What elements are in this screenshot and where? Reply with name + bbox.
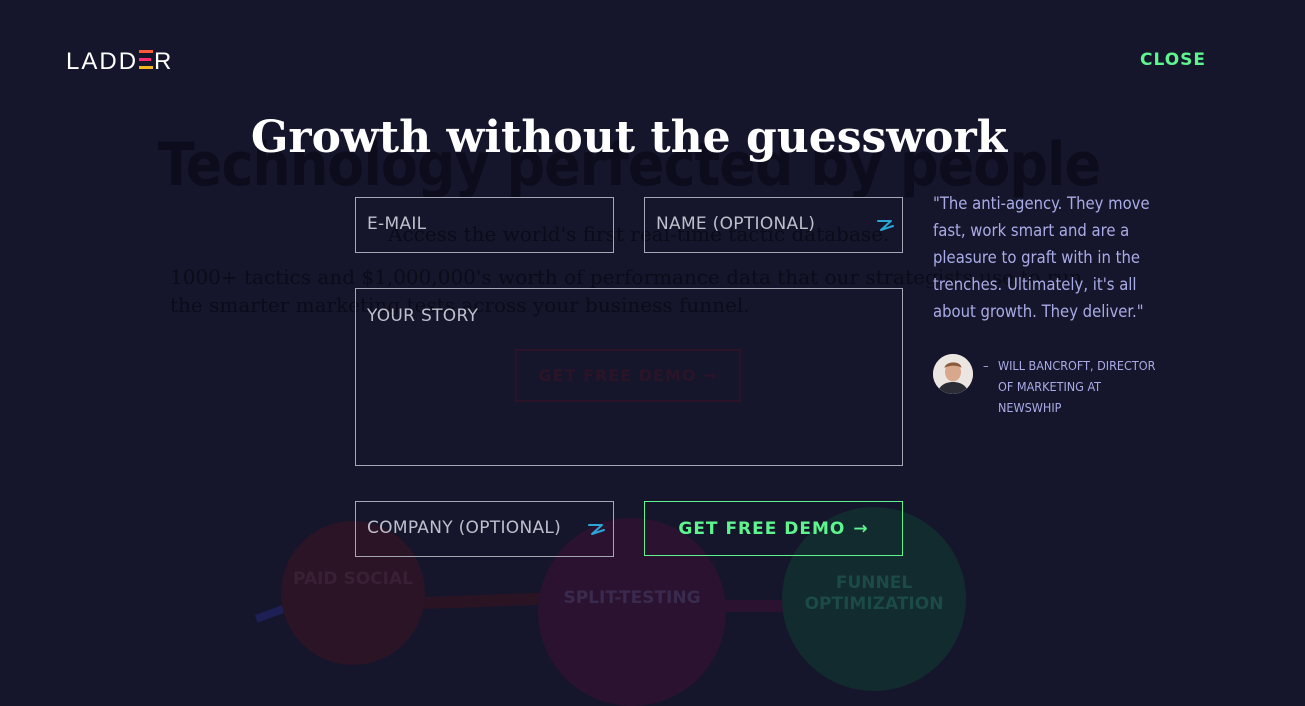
autofill-icon[interactable]	[875, 217, 895, 233]
autofill-icon[interactable]	[586, 521, 606, 537]
story-field[interactable]: YOUR STORY	[355, 288, 903, 466]
logo-text-part: R	[154, 48, 174, 75]
company-placeholder: COMPANY (OPTIONAL)	[367, 518, 562, 538]
testimonial-quote: "The anti-agency. They move fast, work s…	[933, 194, 1150, 321]
logo-e-mark-icon	[139, 50, 154, 70]
get-free-demo-button[interactable]: GET FREE DEMO →	[644, 501, 903, 556]
avatar-portrait-icon	[933, 354, 973, 394]
author-dash: –	[983, 358, 989, 373]
modal-title: Growth without the guesswork	[250, 112, 1008, 163]
logo-text-part: LADD	[66, 48, 139, 75]
close-button[interactable]: CLOSE	[1140, 50, 1206, 70]
company-field[interactable]: COMPANY (OPTIONAL)	[355, 501, 614, 557]
ladder-logo[interactable]: LADD R	[66, 48, 173, 76]
email-field[interactable]: E-MAIL	[355, 197, 614, 253]
name-field[interactable]: NAME (OPTIONAL)	[644, 197, 903, 253]
arrow-right-icon: →	[853, 518, 869, 539]
email-placeholder: E-MAIL	[367, 214, 427, 234]
story-placeholder: YOUR STORY	[367, 306, 479, 326]
background-connector	[409, 592, 551, 610]
author-name: WILL BANCROFT, DIRECTOR OF MARKETING AT …	[998, 358, 1156, 415]
avatar	[933, 354, 973, 394]
name-placeholder: NAME (OPTIONAL)	[656, 214, 816, 234]
testimonial-author: – WILL BANCROFT, DIRECTOR OF MARKETING A…	[983, 355, 1168, 418]
submit-label: GET FREE DEMO	[678, 518, 846, 539]
